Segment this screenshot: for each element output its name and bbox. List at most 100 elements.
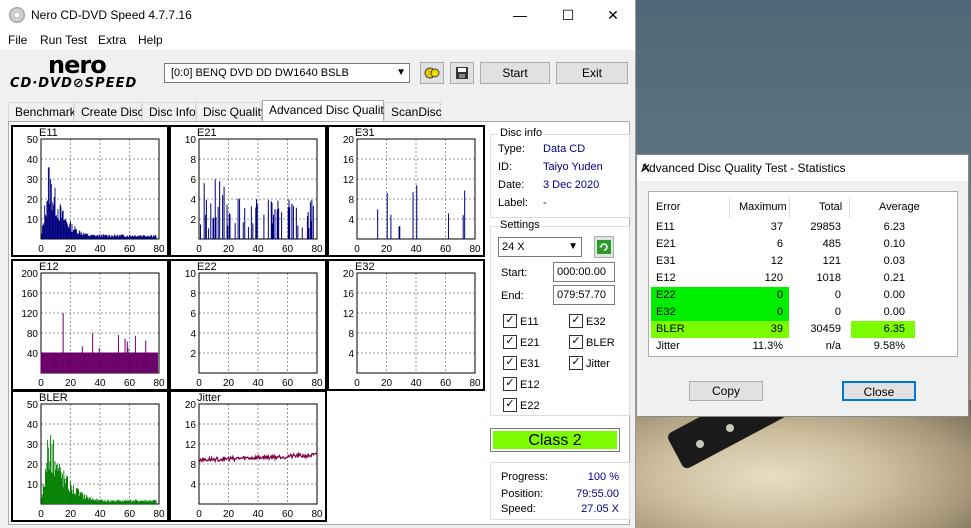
- cell-max: 12: [770, 255, 783, 267]
- x-tick-label: 40: [252, 509, 264, 520]
- menu-help[interactable]: Help: [138, 33, 163, 47]
- cell-max: 39: [770, 323, 783, 335]
- tab-disc-info[interactable]: Disc Info: [142, 102, 196, 121]
- y-tick-label: 16: [343, 289, 355, 300]
- x-tick-label: 20: [65, 509, 77, 520]
- chart-title: E12: [39, 261, 59, 273]
- table-row: BLER 39 30459 6.35: [649, 321, 957, 338]
- x-tick-label: 80: [311, 509, 323, 520]
- x-tick-label: 60: [124, 378, 136, 389]
- refresh-icon[interactable]: [594, 236, 614, 258]
- checkbox-e12[interactable]: ✓ E12: [503, 377, 540, 392]
- chart-e12: 200 160 120 80 40 0 20 40 60 80 E12: [11, 259, 169, 391]
- exit-button[interactable]: Exit: [556, 62, 628, 84]
- x-tick-label: 60: [440, 378, 452, 389]
- checkbox-e21[interactable]: ✓ E21: [503, 335, 540, 350]
- y-tick-label: 4: [348, 215, 354, 226]
- maximize-button[interactable]: ☐: [545, 0, 591, 30]
- cell-error: E22: [656, 289, 676, 301]
- y-tick-label: 10: [27, 480, 39, 491]
- label-label: Label:: [498, 197, 528, 209]
- check-icon: ✓: [569, 335, 583, 349]
- menu-run-test[interactable]: Run Test: [40, 33, 87, 47]
- cell-error: Jitter: [656, 340, 680, 352]
- save-icon[interactable]: [450, 62, 474, 84]
- x-tick-label: 60: [440, 244, 452, 255]
- y-tick-label: 2: [190, 349, 196, 360]
- drive-select[interactable]: [0:0] BENQ DVD DD DW1640 BSLB ▼: [164, 63, 410, 83]
- menu-extra[interactable]: Extra: [98, 33, 126, 47]
- checkbox-e22[interactable]: ✓ E22: [503, 398, 540, 413]
- checkbox-e31[interactable]: ✓ E31: [503, 356, 540, 371]
- chevron-down-icon: ▼: [568, 241, 578, 252]
- tab-scandisc[interactable]: ScanDisc: [384, 102, 442, 121]
- app-icon: [9, 7, 25, 23]
- cell-max: 0: [776, 289, 783, 301]
- cell-max: 37: [770, 221, 783, 233]
- speed-select[interactable]: 24 X ▼: [498, 237, 582, 257]
- tab-advanced-disc-quality[interactable]: Advanced Disc Quality: [262, 100, 390, 122]
- checkbox-bler[interactable]: ✓ BLER: [569, 335, 615, 350]
- y-tick-label: 120: [21, 309, 38, 320]
- checkbox-label: E12: [520, 378, 540, 391]
- x-tick-label: 60: [282, 509, 294, 520]
- table-row: E12 120 1018 0.21: [649, 270, 957, 287]
- cell-avg: 0.00: [883, 289, 905, 301]
- start-field[interactable]: 000:00.00: [553, 262, 615, 282]
- chart-e21: 10 8 6 4 2 0 20 40 60 80 E21: [169, 125, 327, 257]
- tab-benchmark[interactable]: Benchmark: [8, 102, 76, 121]
- y-tick-label: 6: [190, 175, 196, 186]
- drive-select-value: [0:0] BENQ DVD DD DW1640 BSLB: [171, 67, 349, 79]
- checkbox-jitter[interactable]: ✓ Jitter: [569, 356, 610, 371]
- start-label: Start:: [501, 267, 528, 279]
- disc-info-group: Disc info Type: Data CD ID: Taiyo Yuden …: [490, 127, 630, 218]
- chart-title: E31: [355, 127, 375, 139]
- collar-stud: [696, 440, 704, 448]
- y-tick-label: 50: [27, 400, 39, 411]
- cell-avg: 6.23: [883, 221, 905, 233]
- tab-disc-quality[interactable]: Disc Quality: [196, 102, 267, 121]
- menu-file[interactable]: File: [8, 33, 27, 47]
- speed-value: 27.05 X: [581, 503, 619, 515]
- y-tick-label: 16: [185, 420, 197, 431]
- settings-group: Settings 24 X ▼ Start: 000:00.00 End: 07…: [490, 219, 630, 416]
- y-tick-label: 4: [348, 349, 354, 360]
- y-tick-label: 4: [190, 329, 196, 340]
- cell-total: 30459: [810, 323, 841, 335]
- y-tick-label: 10: [27, 215, 39, 226]
- close-button[interactable]: ✕: [590, 0, 636, 30]
- eject-icon[interactable]: [420, 62, 444, 84]
- end-field[interactable]: 079:57.70: [553, 285, 615, 305]
- chart-e22: 10 8 6 4 2 0 20 40 60 80 E22: [169, 259, 327, 391]
- speed-label: Speed:: [501, 503, 536, 515]
- logo-subtext: CD·DVD⊘SPEED: [10, 76, 138, 91]
- checkbox-e11[interactable]: ✓ E11: [503, 314, 539, 329]
- x-tick-label: 20: [223, 244, 235, 255]
- y-tick-label: 10: [185, 135, 197, 146]
- x-tick-label: 0: [38, 378, 44, 389]
- cell-error: E21: [656, 238, 676, 250]
- x-tick-label: 0: [38, 509, 44, 520]
- start-button[interactable]: Start: [480, 62, 550, 84]
- y-tick-label: 6: [190, 309, 196, 320]
- column-divider: [729, 196, 730, 218]
- checkbox-label: Jitter: [586, 357, 610, 370]
- x-tick-label: 80: [469, 244, 481, 255]
- y-tick-label: 40: [27, 349, 39, 360]
- collar-stud: [726, 424, 734, 432]
- copy-button[interactable]: Copy: [689, 381, 763, 401]
- checkbox-e32[interactable]: ✓ E32: [569, 314, 606, 329]
- statistics-dialog: Advanced Disc Quality Test - Statistics …: [636, 154, 969, 417]
- x-tick-label: 20: [65, 244, 77, 255]
- dialog-close-button[interactable]: Close: [842, 381, 916, 401]
- progress-group: Progress: 100 % Position: 79:55.00 Speed…: [490, 462, 630, 520]
- column-divider: [789, 196, 790, 218]
- minimize-button[interactable]: —: [497, 0, 543, 30]
- type-value: Data CD: [543, 143, 586, 155]
- cell-avg: 0.10: [883, 238, 905, 250]
- y-tick-label: 12: [343, 175, 355, 186]
- dialog-close-icon[interactable]: ✕: [641, 161, 964, 175]
- statistics-table: Error Maximum Total Average E11 37 29853 6.…: [648, 191, 958, 357]
- check-icon: ✓: [503, 356, 517, 370]
- tab-create-disc[interactable]: Create Disc: [74, 102, 144, 121]
